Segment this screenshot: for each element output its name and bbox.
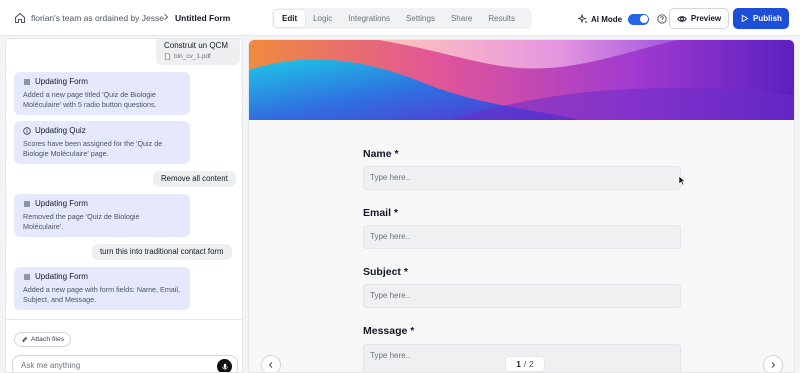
user-message-attachment: Construit un QCM bin_cv_1.pdf xyxy=(156,39,240,65)
tab-logic[interactable]: Logic xyxy=(305,10,340,27)
subject-input[interactable] xyxy=(370,291,670,300)
name-input[interactable] xyxy=(370,173,670,182)
ai-mode-toggle[interactable] xyxy=(628,13,650,25)
page-separator: / xyxy=(523,359,527,369)
home-icon[interactable] xyxy=(13,11,27,25)
publish-label: Publish xyxy=(753,14,782,23)
preview-label: Preview xyxy=(690,14,722,23)
preview-button[interactable]: Preview xyxy=(669,8,729,29)
previous-page-button[interactable] xyxy=(261,355,281,372)
email-field-label: Email * xyxy=(363,207,399,219)
mode-tabs: Edit Logic Integrations Settings Share R… xyxy=(272,8,532,29)
attachment-filename: bin_cv_1.pdf xyxy=(174,53,211,60)
total-pages: 2 xyxy=(529,359,534,369)
tab-edit[interactable]: Edit xyxy=(274,10,306,27)
tab-share[interactable]: Share xyxy=(443,10,480,27)
user-message: turn this into traditional contact form xyxy=(92,244,232,260)
assistant-message: Updating Form Added a new page titled 'Q… xyxy=(14,72,190,115)
play-icon xyxy=(741,14,749,23)
chat-input-box xyxy=(12,355,238,372)
name-field-label: Name * xyxy=(363,148,399,160)
list-icon xyxy=(24,201,30,206)
subject-field xyxy=(363,284,681,308)
microphone-icon xyxy=(221,363,228,370)
attachment-file[interactable]: bin_cv_1.pdf xyxy=(164,53,232,60)
form-cover-image xyxy=(249,40,794,120)
tab-results[interactable]: Results xyxy=(480,10,523,27)
attach-files-label: Attach files xyxy=(30,336,65,343)
message-title: Updating Form xyxy=(35,199,88,208)
mouse-cursor-icon xyxy=(678,175,686,186)
publish-button[interactable]: Publish xyxy=(733,8,789,29)
list-icon xyxy=(24,79,30,84)
message-body: Added a new page with form fields: Name,… xyxy=(23,285,181,304)
message-field-label: Message * xyxy=(363,325,415,337)
page-indicator: 1 / 2 xyxy=(505,356,545,372)
assistant-message: Updating Form Added a new page with form… xyxy=(14,267,190,310)
message-body: Removed the page 'Quiz de Biologie Moléc… xyxy=(23,212,140,231)
chat-composer: Attach files xyxy=(6,319,242,372)
tab-integrations[interactable]: Integrations xyxy=(340,10,398,27)
message-title: Updating Form xyxy=(35,77,88,86)
ai-mode-label: AI Mode xyxy=(591,14,623,24)
subject-field-label: Subject * xyxy=(363,266,408,278)
email-field xyxy=(363,225,681,249)
eye-icon xyxy=(677,15,687,22)
form-canvas: Name * Email * Subject * Message * 1 / 2 xyxy=(248,39,795,373)
tab-settings[interactable]: Settings xyxy=(398,10,443,27)
list-icon xyxy=(24,274,30,279)
assistant-message: Updating Quiz Scores have been assigned … xyxy=(14,121,190,164)
chat-input[interactable] xyxy=(21,361,211,370)
user-message-text: Construit un QCM xyxy=(164,41,229,50)
paperclip-icon xyxy=(22,337,28,343)
attach-files-button[interactable]: Attach files xyxy=(14,332,71,347)
info-icon xyxy=(23,126,31,135)
voice-input-button[interactable] xyxy=(217,359,232,372)
ai-chat-panel: Construit un QCM bin_cv_1.pdf Updating F… xyxy=(5,38,243,373)
assistant-message: Updating Form Removed the page 'Quiz de … xyxy=(14,194,190,237)
chevron-right-icon xyxy=(771,362,776,368)
email-input[interactable] xyxy=(370,232,670,241)
workspace-breadcrumb[interactable]: florian's team as ordained by Jesse xyxy=(31,13,164,23)
message-title: Updating Quiz xyxy=(35,126,86,135)
chevron-left-icon xyxy=(268,362,273,368)
sparkles-icon xyxy=(578,14,588,24)
message-title: Updating Form xyxy=(35,272,88,281)
message-body: Scores have been assigned for the 'Quiz … xyxy=(23,139,163,158)
top-bar: florian's team as ordained by Jesse Unti… xyxy=(0,0,800,36)
name-field xyxy=(363,166,681,190)
ai-mode-control: AI Mode xyxy=(578,12,668,26)
next-page-button[interactable] xyxy=(763,355,783,372)
current-page: 1 xyxy=(516,359,521,369)
form-title[interactable]: Untitled Form xyxy=(175,13,230,23)
help-icon[interactable] xyxy=(657,14,667,24)
chevron-right-icon xyxy=(164,13,169,21)
message-body: Added a new page titled 'Quiz de Biologi… xyxy=(23,90,157,109)
user-message: Remove all content xyxy=(153,171,236,187)
file-icon xyxy=(164,53,171,60)
